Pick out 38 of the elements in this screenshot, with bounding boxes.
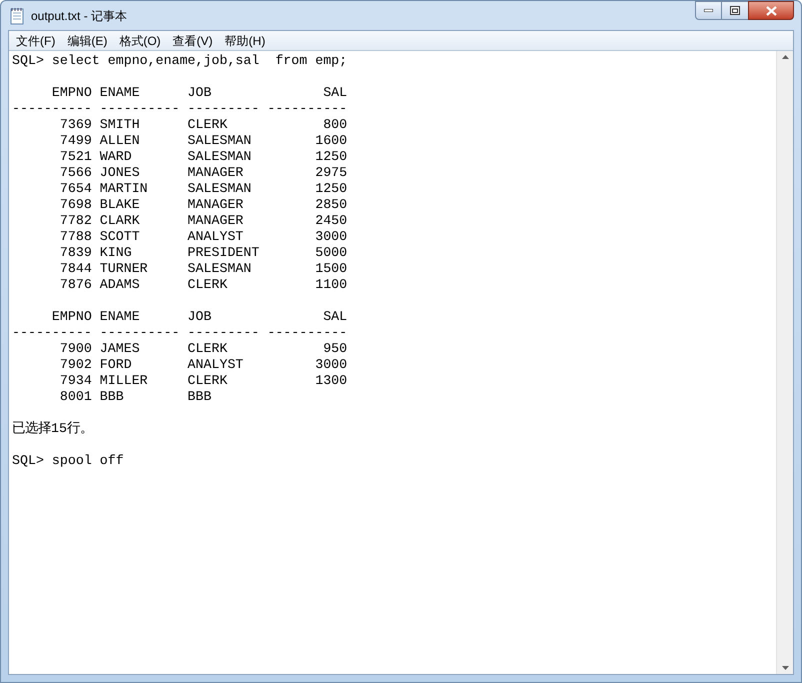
minimize-button[interactable]	[695, 1, 722, 20]
scroll-down-arrow-icon[interactable]	[782, 666, 788, 670]
menu-item[interactable]: 查看(V)	[166, 32, 219, 50]
close-icon	[766, 6, 776, 16]
text-line: 7499 ALLEN SALESMAN 1600	[58, 133, 348, 149]
menu-item[interactable]: 文件(F)	[10, 32, 62, 50]
maximize-button[interactable]	[722, 1, 748, 20]
menu-item[interactable]: 帮助(H)	[218, 32, 272, 50]
text-line: 7521 WARD SALESMAN 1250	[58, 149, 348, 165]
text-line: 7782 CLARK MANAGER 2450	[58, 213, 348, 229]
text-line: 7839 KING PRESIDENT 5000	[58, 245, 348, 261]
minimize-icon	[704, 9, 713, 12]
text-line: 7698 BLAKE MANAGER 2850	[58, 197, 348, 213]
text-line: 已选择15行。	[12, 421, 93, 437]
maximize-icon	[730, 6, 740, 15]
text-line: 7654 MARTIN SALESMAN 1250	[58, 181, 348, 197]
menu-item[interactable]: 编辑(E)	[61, 32, 114, 50]
menu-item[interactable]: 格式(O)	[113, 32, 167, 50]
close-button[interactable]	[748, 1, 794, 20]
text-line: 8001 BBB BBB	[58, 389, 212, 405]
text-line: 7900 JAMES CLERK 950	[58, 341, 348, 357]
text-line: SQL> select empno,ename,job,sal from emp;	[12, 53, 348, 69]
text-line: 7876 ADAMS CLERK 1100	[58, 277, 348, 293]
text-line: EMPNO ENAME JOB SAL	[50, 85, 348, 101]
window-title: output.txt - 记事本	[31, 8, 128, 24]
text-line: ---------- ---------- --------- ----------	[12, 101, 348, 117]
vertical-scrollbar[interactable]	[776, 51, 793, 674]
text-line: ---------- ---------- --------- ----------	[12, 325, 348, 341]
text-line: 7566 JONES MANAGER 2975	[58, 165, 348, 181]
text-line: 7934 MILLER CLERK 1300	[58, 373, 348, 389]
text-line: 7788 SCOTT ANALYST 3000	[58, 229, 348, 245]
notepad-icon	[9, 6, 25, 24]
text-line: 7844 TURNER SALESMAN 1500	[58, 261, 348, 277]
text-line: 7369 SMITH CLERK 800	[58, 117, 348, 133]
text-line: 7902 FORD ANALYST 3000	[58, 357, 348, 373]
text-line: SQL> spool off	[12, 453, 124, 469]
text-line: EMPNO ENAME JOB SAL	[50, 309, 348, 325]
scroll-up-arrow-icon[interactable]	[782, 55, 788, 59]
